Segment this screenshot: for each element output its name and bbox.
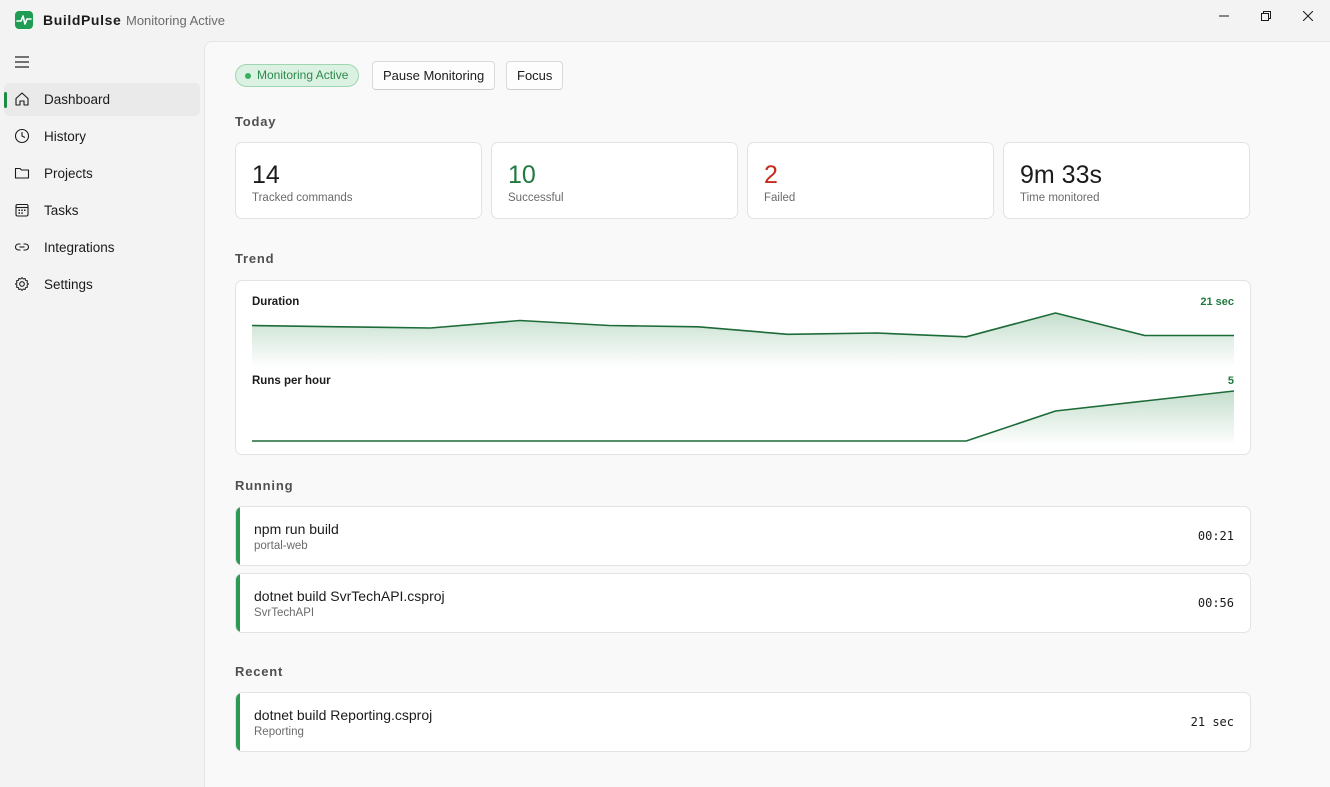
app-name: BuildPulse — [43, 12, 122, 28]
section-title-recent: Recent — [235, 664, 284, 679]
menu-toggle-button[interactable] — [10, 50, 34, 74]
stat-value: 2 — [764, 161, 778, 189]
sidebar-item-label: History — [44, 129, 87, 144]
sidebar-item-history[interactable]: History — [4, 120, 200, 153]
stat-label: Failed — [764, 192, 796, 204]
section-title-today: Today — [235, 114, 277, 129]
sidebar-item-label: Settings — [44, 277, 93, 292]
minimize-icon — [1219, 15, 1229, 17]
trend-card: Duration 21 sec Runs per hour 5 — [235, 280, 1251, 455]
minimize-button[interactable] — [1202, 0, 1246, 32]
calendar-icon — [14, 202, 30, 218]
stat-label: Time monitored — [1020, 192, 1100, 204]
close-button[interactable] — [1286, 0, 1330, 32]
pause-monitoring-button[interactable]: Pause Monitoring — [372, 61, 496, 90]
command-text: dotnet build Reporting.csproj — [254, 707, 433, 723]
elapsed-time: 00:21 — [1197, 529, 1234, 543]
title-bar: BuildPulse Monitoring Active — [0, 0, 1330, 40]
folder-icon — [14, 165, 30, 181]
recent-item[interactable]: dotnet build Reporting.csproj Reporting … — [235, 692, 1251, 752]
sidebar-item-label: Dashboard — [44, 92, 111, 107]
sidebar-item-label: Projects — [44, 166, 93, 181]
command-text: dotnet build SvrTechAPI.csproj — [254, 588, 445, 604]
sidebar-item-label: Tasks — [44, 203, 79, 218]
restore-icon — [1261, 11, 1271, 21]
sidebar-item-dashboard[interactable]: Dashboard — [4, 83, 200, 116]
pulse-icon — [15, 11, 33, 29]
hamburger-icon — [15, 56, 29, 68]
sidebar-item-settings[interactable]: Settings — [4, 268, 200, 301]
stat-label: Tracked commands — [252, 192, 353, 204]
status-accent-bar — [236, 574, 240, 632]
sidebar-item-tasks[interactable]: Tasks — [4, 194, 200, 227]
home-icon — [14, 91, 30, 107]
section-title-running: Running — [235, 478, 294, 493]
runs-sparkline-area — [252, 391, 1234, 445]
link-icon — [14, 239, 30, 255]
runs-sparkline — [252, 390, 1234, 445]
focus-button[interactable]: Focus — [506, 61, 564, 90]
project-name: SvrTechAPI — [254, 607, 315, 619]
stat-card-time: 9m 33s Time monitored — [1003, 142, 1250, 219]
stat-value: 14 — [252, 161, 280, 189]
sidebar-item-label: Integrations — [44, 240, 115, 255]
sidebar-item-projects[interactable]: Projects — [4, 157, 200, 190]
stat-card-successful: 10 Successful — [491, 142, 738, 219]
gear-icon — [14, 276, 30, 292]
running-item[interactable]: npm run build portal-web 00:21 — [235, 506, 1251, 566]
elapsed-time: 00:56 — [1197, 596, 1234, 610]
command-text: npm run build — [254, 521, 339, 537]
stat-card-tracked: 14 Tracked commands — [235, 142, 482, 219]
sidebar-item-integrations[interactable]: Integrations — [4, 231, 200, 264]
section-title-trend: Trend — [235, 251, 275, 266]
app-status-text: Monitoring Active — [126, 13, 225, 28]
clock-icon — [14, 128, 30, 144]
monitoring-status-badge: Monitoring Active — [235, 64, 360, 87]
stat-value: 10 — [508, 161, 536, 189]
stat-label: Successful — [508, 192, 564, 204]
duration-text: 21 sec — [1190, 715, 1234, 729]
status-accent-bar — [236, 507, 240, 565]
sidebar-nav: Dashboard History Projects Tasks Integra… — [4, 83, 200, 305]
stat-value: 9m 33s — [1020, 161, 1102, 189]
project-name: Reporting — [254, 726, 304, 738]
running-item[interactable]: dotnet build SvrTechAPI.csproj SvrTechAP… — [235, 573, 1251, 633]
duration-sparkline — [252, 312, 1234, 367]
status-accent-bar — [236, 693, 240, 751]
close-icon — [1303, 11, 1313, 21]
project-name: portal-web — [254, 540, 308, 552]
restore-button[interactable] — [1244, 0, 1288, 32]
main-content: Monitoring Active Pause Monitoring Focus… — [204, 41, 1330, 787]
stat-card-failed: 2 Failed — [747, 142, 994, 219]
